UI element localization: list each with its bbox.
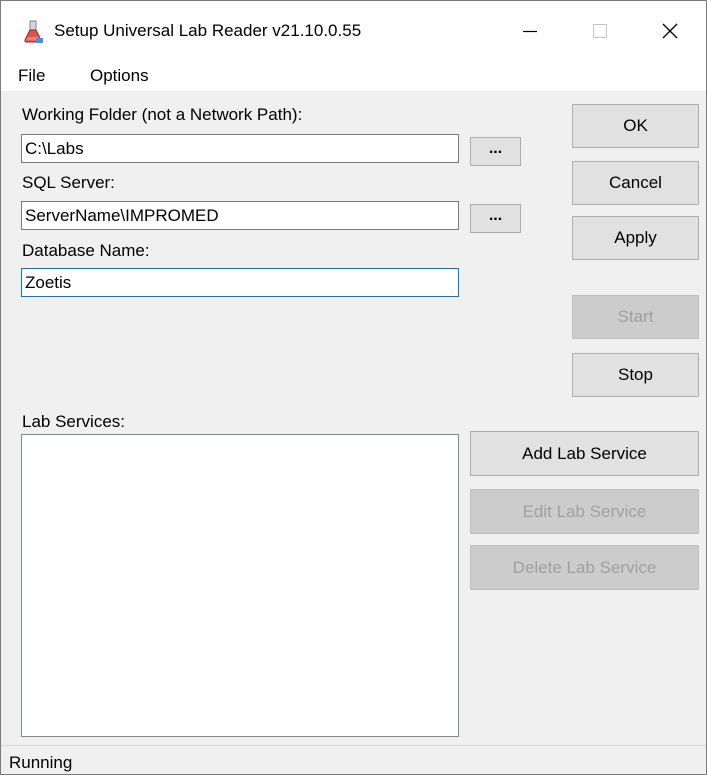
delete-lab-service-button[interactable]: Delete Lab Service: [470, 545, 699, 590]
close-button[interactable]: [635, 1, 705, 61]
close-icon: [662, 23, 678, 39]
start-button[interactable]: Start: [572, 295, 699, 339]
minimize-button[interactable]: [495, 1, 565, 61]
menu-options[interactable]: Options: [90, 66, 149, 86]
browse-server-button[interactable]: ...: [470, 204, 521, 233]
working-folder-label: Working Folder (not a Network Path):: [22, 105, 303, 124]
window-title: Setup Universal Lab Reader v21.10.0.55: [54, 21, 362, 40]
browse-folder-button[interactable]: ...: [470, 137, 521, 166]
title-bar[interactable]: Setup Universal Lab Reader v21.10.0.55: [1, 1, 706, 61]
ok-button[interactable]: OK: [572, 104, 699, 148]
maximize-icon: [593, 24, 607, 38]
status-bar: Running: [1, 745, 706, 774]
working-folder-field[interactable]: [21, 134, 459, 163]
sql-server-label: SQL Server:: [22, 173, 115, 192]
stop-button[interactable]: Stop: [572, 353, 699, 397]
database-name-label: Database Name:: [22, 241, 150, 260]
edit-lab-service-button[interactable]: Edit Lab Service: [470, 489, 699, 534]
apply-button[interactable]: Apply: [572, 216, 699, 260]
lab-services-list[interactable]: [21, 434, 459, 737]
minimize-icon: [523, 30, 537, 33]
add-lab-service-button[interactable]: Add Lab Service: [470, 431, 699, 476]
cancel-button[interactable]: Cancel: [572, 161, 699, 205]
database-name-field[interactable]: [21, 268, 459, 297]
sql-server-field[interactable]: [21, 201, 459, 230]
lab-services-label: Lab Services:: [22, 412, 125, 431]
flask-icon: [24, 20, 43, 43]
setup-window: Setup Universal Lab Reader v21.10.0.55 F…: [0, 0, 707, 775]
menu-bar: File Options: [1, 61, 706, 91]
menu-file[interactable]: File: [18, 66, 45, 86]
status-text: Running: [9, 753, 73, 772]
maximize-button[interactable]: [565, 1, 635, 61]
